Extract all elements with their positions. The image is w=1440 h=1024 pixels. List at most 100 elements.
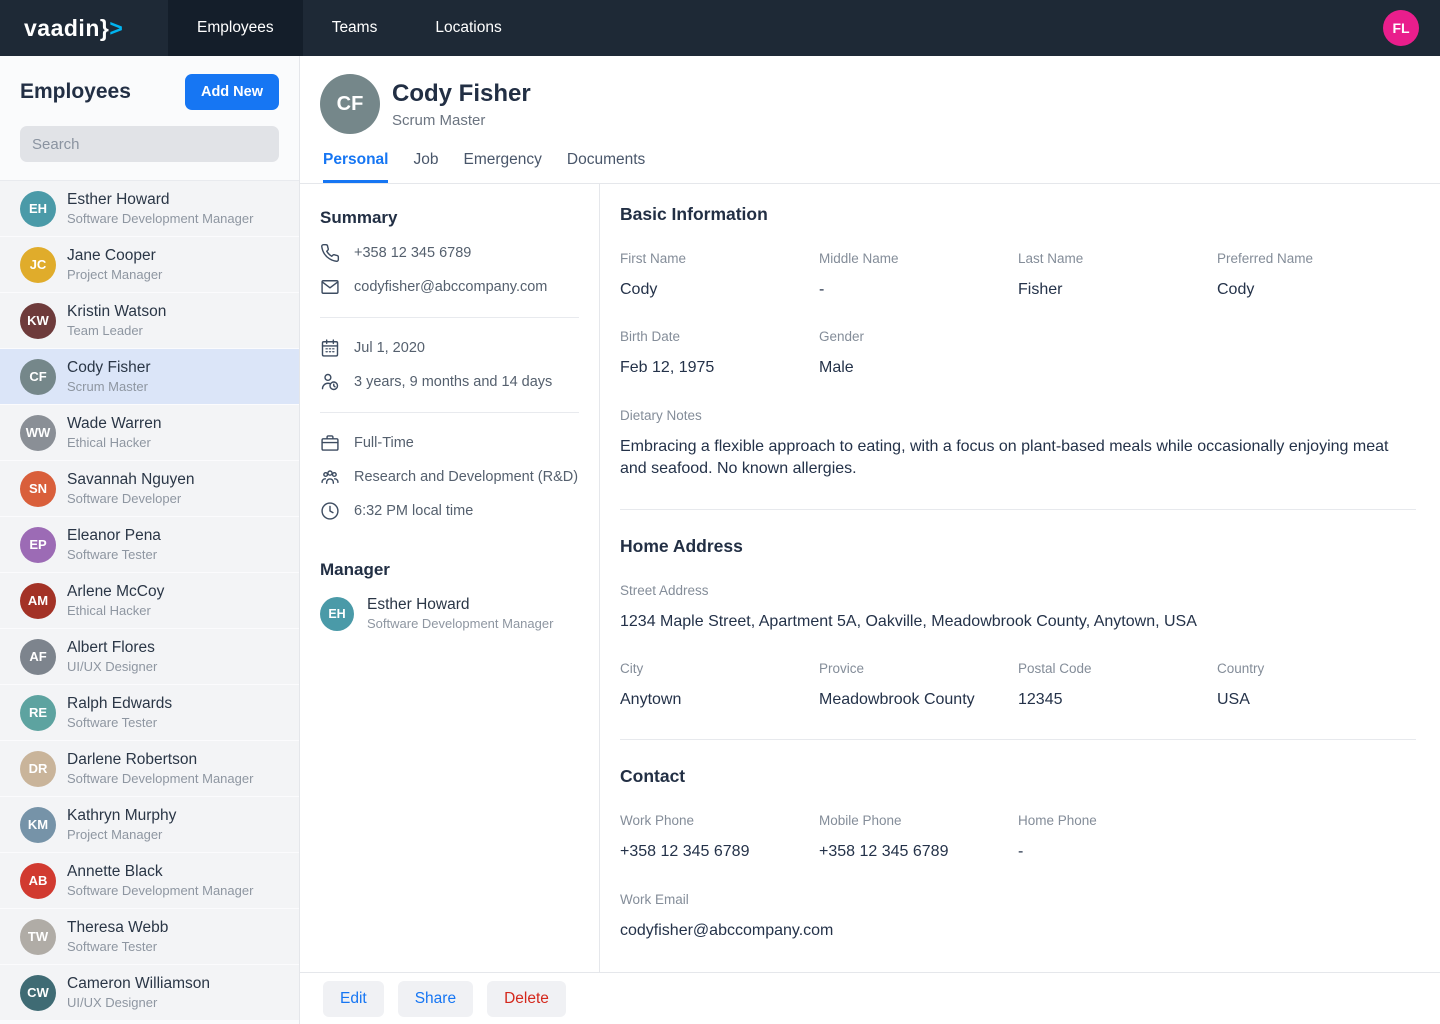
employee-list-item[interactable]: AB Annette Black Software Development Ma… (0, 853, 299, 909)
employee-avatar: CW (20, 975, 56, 1011)
employee-role: Team Leader (67, 323, 166, 338)
employee-list-item[interactable]: CW Cameron Williamson UI/UX Designer (0, 965, 299, 1021)
employee-list-item[interactable]: AM Arlene McCoy Ethical Hacker (0, 573, 299, 629)
field: Work Emailcodyfisher@abccompany.com (620, 892, 1416, 942)
field-value: +358 12 345 6789 (620, 841, 819, 863)
summary-text: 6:32 PM local time (354, 503, 473, 519)
manager-item[interactable]: EH Esther Howard Software Development Ma… (320, 596, 579, 631)
employee-list-item[interactable]: CF Cody Fisher Scrum Master (0, 349, 299, 405)
employee-role: Ethical Hacker (67, 435, 161, 450)
share-button[interactable]: Share (398, 981, 473, 1017)
team-icon (320, 467, 340, 487)
employee-list-item[interactable]: DR Darlene Robertson Software Developmen… (0, 741, 299, 797)
profile-header: CF Cody Fisher Scrum Master Personal Job… (300, 56, 1440, 184)
field-value: - (819, 279, 1018, 301)
summary-item: Research and Development (R&D) (320, 460, 579, 494)
field-label: Work Email (620, 892, 1416, 907)
details-sections: Basic InformationFirst NameCodyMiddle Na… (600, 184, 1440, 972)
app-screen: vaadin}> Employees Teams Locations FL Em… (0, 0, 1440, 1024)
summary-text: codyfisher@abccompany.com (354, 279, 547, 295)
employee-list-item[interactable]: TW Theresa Webb Software Tester (0, 909, 299, 965)
nav-item-employees[interactable]: Employees (168, 0, 303, 56)
employee-name: Esther Howard (67, 191, 253, 209)
detail-section: ContactWork Phone+358 12 345 6789Mobile … (620, 739, 1416, 972)
field-label: Dietary Notes (620, 408, 1416, 423)
employee-detail-panel: CF Cody Fisher Scrum Master Personal Job… (300, 56, 1440, 1024)
employee-role: Software Development Manager (67, 771, 253, 786)
field-value: USA (1217, 689, 1416, 711)
tab-personal[interactable]: Personal (323, 151, 388, 183)
summary-text: 3 years, 9 months and 14 days (354, 374, 552, 390)
tab-job[interactable]: Job (413, 151, 438, 183)
field-label: Middle Name (819, 251, 1018, 266)
employee-role: Project Manager (67, 267, 162, 282)
employee-avatar: WW (20, 415, 56, 451)
logo-arrow-icon: > (109, 15, 123, 42)
summary-divider (320, 412, 579, 413)
briefcase-icon (320, 433, 340, 453)
summary-text: +358 12 345 6789 (354, 245, 471, 261)
clock-icon (320, 501, 340, 521)
field-value: 1234 Maple Street, Apartment 5A, Oakvill… (620, 611, 1416, 633)
summary-text: Full-Time (354, 435, 414, 451)
employee-list-item[interactable]: RE Ralph Edwards Software Tester (0, 685, 299, 741)
field: Middle Name - (819, 251, 1018, 301)
mail-icon (320, 277, 340, 297)
field: Birth Date Feb 12, 1975 (620, 329, 819, 379)
employee-name: Albert Flores (67, 639, 157, 657)
field-row: Work Phone+358 12 345 6789Mobile Phone+3… (620, 813, 1416, 863)
field-label: Preferred Name (1217, 251, 1416, 266)
field-value: +358 12 345 6789 (819, 841, 1018, 863)
field-label: City (620, 661, 819, 676)
employee-list-item[interactable]: EP Eleanor Pena Software Tester (0, 517, 299, 573)
detail-section: Home AddressStreet Address1234 Maple Str… (620, 509, 1416, 712)
employee-role: UI/UX Designer (67, 995, 210, 1010)
field-label: First Name (620, 251, 819, 266)
employee-name: Cody Fisher (67, 359, 151, 377)
nav-item-locations[interactable]: Locations (406, 0, 530, 56)
employee-avatar: AM (20, 583, 56, 619)
employee-role: Software Tester (67, 547, 161, 562)
summary-item: +358 12 345 6789 (320, 236, 579, 270)
user-avatar[interactable]: FL (1383, 10, 1419, 46)
employee-avatar: AF (20, 639, 56, 675)
employee-list-item[interactable]: SN Savannah Nguyen Software Developer (0, 461, 299, 517)
field-label: Mobile Phone (819, 813, 1018, 828)
tab-emergency[interactable]: Emergency (463, 151, 541, 183)
employee-list-item[interactable]: JC Jane Cooper Project Manager (0, 237, 299, 293)
search-input[interactable] (20, 126, 279, 162)
field: Preferred NameCody (1217, 251, 1416, 301)
employee-list-item[interactable]: KM Kathryn Murphy Project Manager (0, 797, 299, 853)
field: Last NameFisher (1018, 251, 1217, 301)
nav-item-teams[interactable]: Teams (303, 0, 407, 56)
summary-item: codyfisher@abccompany.com (320, 270, 579, 304)
summary-text: Jul 1, 2020 (354, 340, 425, 356)
field-row: Birth DateFeb 12, 1975GenderMale (620, 329, 1416, 379)
section-title: Basic Information (620, 204, 1416, 225)
profile-name: Cody Fisher (392, 80, 531, 108)
employee-list-item[interactable]: AF Albert Flores UI/UX Designer (0, 629, 299, 685)
field-label: Provice (819, 661, 1018, 676)
employee-role: Project Manager (67, 827, 176, 842)
detail-section: Basic InformationFirst NameCodyMiddle Na… (620, 204, 1416, 481)
field-label: Birth Date (620, 329, 819, 344)
field: CityAnytown (620, 661, 819, 711)
delete-button[interactable]: Delete (487, 981, 566, 1017)
employee-avatar: TW (20, 919, 56, 955)
employee-avatar: DR (20, 751, 56, 787)
field: Mobile Phone +358 12 345 6789 (819, 813, 1018, 863)
summary-divider (320, 317, 579, 318)
summary-item: 3 years, 9 months and 14 days (320, 365, 579, 399)
employee-avatar: AB (20, 863, 56, 899)
employee-list-item[interactable]: KW Kristin Watson Team Leader (0, 293, 299, 349)
field-value: Feb 12, 1975 (620, 357, 819, 379)
tab-documents[interactable]: Documents (567, 151, 645, 183)
employee-list-item[interactable]: EH Esther Howard Software Development Ma… (0, 181, 299, 237)
add-new-button[interactable]: Add New (185, 74, 279, 110)
employee-avatar: SN (20, 471, 56, 507)
edit-button[interactable]: Edit (323, 981, 384, 1017)
summary-item: Jul 1, 2020 (320, 331, 579, 365)
employee-avatar: CF (20, 359, 56, 395)
employee-list-item[interactable]: WW Wade Warren Ethical Hacker (0, 405, 299, 461)
employee-name: Cameron Williamson (67, 975, 210, 993)
